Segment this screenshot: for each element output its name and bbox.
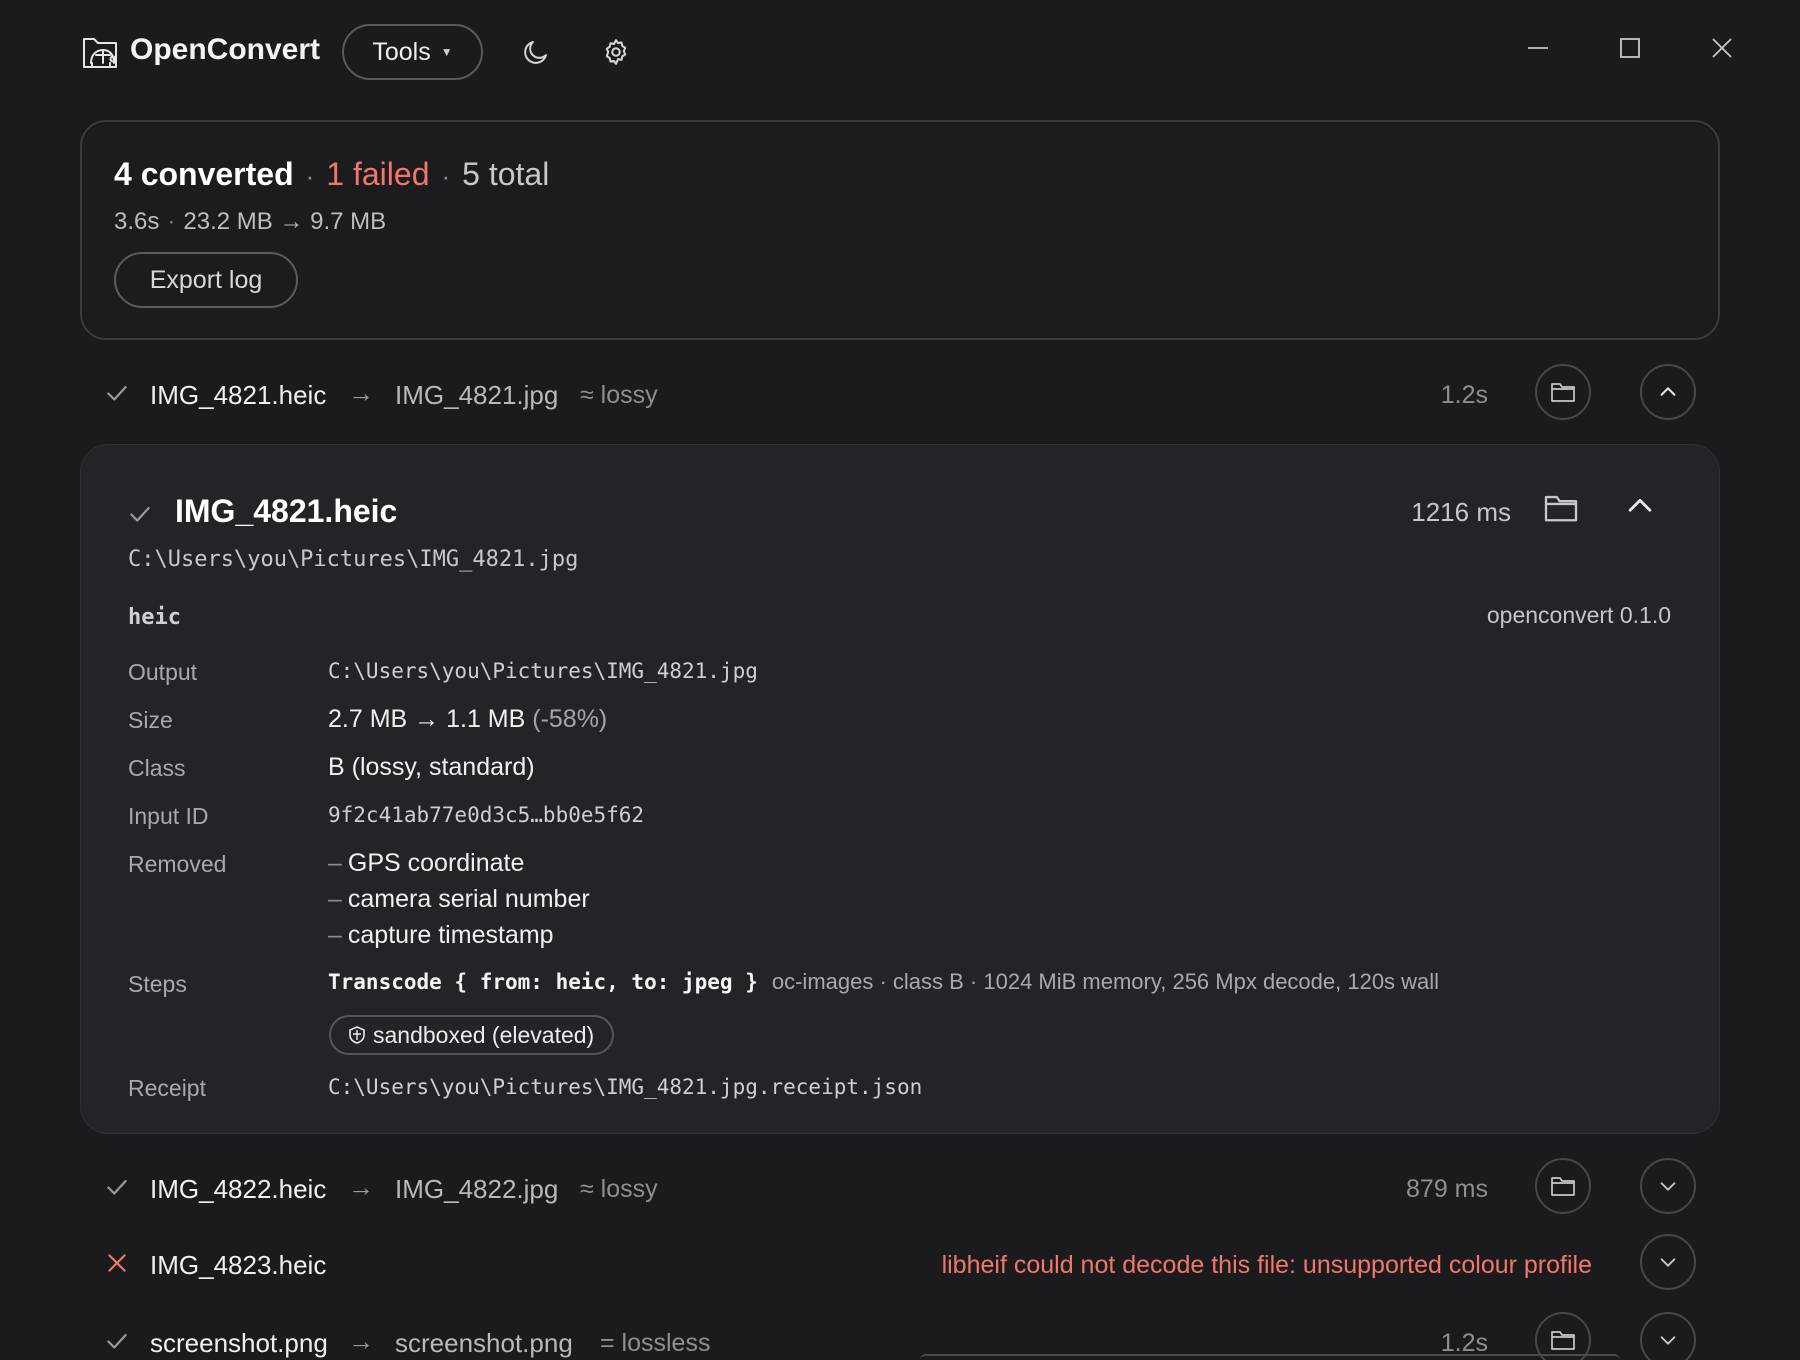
maximize-button[interactable] xyxy=(1608,26,1652,70)
removed-item: – capture timestamp xyxy=(328,921,554,949)
chevron-down-icon xyxy=(1660,1336,1676,1345)
input-id-label: Input ID xyxy=(128,803,209,829)
gear-icon xyxy=(605,39,627,65)
summary-stats: 3.6s · 23.2 MB → 9.7 MB xyxy=(114,208,386,236)
summary-card: 4 converted · 1 failed · 5 total 3.6s · 23… xyxy=(80,120,1720,340)
duration: 1.2s xyxy=(1440,381,1488,409)
input-id-value: 9f2c41ab77e0d3c5…bb0e5f62 xyxy=(328,803,645,827)
minimize-button[interactable] xyxy=(1516,26,1560,70)
quality-badge: ≈ lossy xyxy=(580,1175,658,1203)
output-name: IMG_4822.jpg xyxy=(395,1174,559,1204)
close-icon xyxy=(1712,38,1732,58)
output-name: screenshot.png xyxy=(395,1328,573,1358)
arrow-right-icon: → xyxy=(348,378,374,408)
caret-down-icon: ▼ xyxy=(440,45,453,59)
detail-path: C:\Users\you\Pictures\IMG_4821.jpg xyxy=(128,547,579,572)
detail-title: IMG_4821.heic xyxy=(175,493,398,529)
file-row[interactable]: screenshot.png → screenshot.png = lossle… xyxy=(80,1304,1720,1360)
file-name: IMG_4823.heic xyxy=(150,1250,327,1280)
moon-icon xyxy=(524,41,547,64)
chevron-up-icon xyxy=(1660,387,1676,396)
quality-badge: = lossless xyxy=(600,1329,711,1357)
summary-size: 23.2 MB → 9.7 MB xyxy=(183,208,387,235)
size-change: 2.7 MB → 1.1 MB xyxy=(328,705,526,733)
chevron-down-icon xyxy=(1660,1258,1676,1267)
arrow-right-icon: → xyxy=(348,1172,374,1202)
close-button[interactable] xyxy=(1700,26,1744,70)
file-detail-card: IMG_4821.heic 1216 ms C:\Users\you\Pictu… xyxy=(80,444,1720,1134)
failed-count: 1 failed xyxy=(326,156,430,192)
class-label: Class xyxy=(128,755,186,781)
size-label: Size xyxy=(128,707,173,733)
arrow-right-icon: → xyxy=(348,1326,374,1356)
expand-button[interactable] xyxy=(1640,1158,1696,1214)
class-value: B (lossy, standard) xyxy=(328,753,535,781)
bottom-toast-edge xyxy=(920,1354,1620,1360)
separator-dot: · xyxy=(305,161,315,191)
open-folder-button[interactable] xyxy=(1535,1312,1591,1360)
step-meta: oc-images · class B · 1024 MiB memory, 2… xyxy=(771,969,1440,994)
sandbox-label: sandboxed (elevated) xyxy=(373,1021,595,1048)
file-name: IMG_4821.heic xyxy=(150,380,327,410)
removed-label: Removed xyxy=(128,851,227,877)
file-name: IMG_4822.heic xyxy=(150,1174,327,1204)
steps-label: Steps xyxy=(128,971,187,997)
check-icon xyxy=(107,385,127,401)
folder-icon[interactable] xyxy=(1543,493,1579,523)
app-title: OpenConvert xyxy=(130,33,321,66)
error-message: libheif could not decode this file: unsu… xyxy=(941,1251,1592,1279)
expand-button[interactable] xyxy=(1640,1312,1696,1360)
size-percent: (-58%) xyxy=(532,705,608,733)
folder-icon xyxy=(1551,1177,1575,1196)
detail-duration: 1216 ms xyxy=(1411,497,1511,527)
duration: 879 ms xyxy=(1406,1175,1488,1203)
turtle-logo-icon xyxy=(80,33,120,71)
maximize-icon xyxy=(1620,38,1640,58)
collapse-button[interactable] xyxy=(1640,364,1696,420)
open-folder-button[interactable] xyxy=(1535,1158,1591,1214)
size-value: 2.7 MB → 1.1 MB (-58%) xyxy=(328,705,607,734)
summary-counts: 4 converted · 1 failed · 5 total xyxy=(114,156,549,193)
total-count: 5 total xyxy=(462,156,550,192)
sandbox-badge: sandboxed (elevated) xyxy=(329,1015,615,1055)
shield-icon xyxy=(349,1026,365,1044)
step-entry: Transcode { from: heic, to: jpeg } oc-im… xyxy=(328,969,1439,995)
open-folder-button[interactable] xyxy=(1535,364,1591,420)
file-row[interactable]: IMG_4822.heic → IMG_4822.jpg ≈ lossy 879… xyxy=(80,1150,1720,1230)
receipt-path: C:\Users\you\Pictures\IMG_4821.jpg.recei… xyxy=(328,1075,923,1099)
output-name: IMG_4821.jpg xyxy=(395,380,559,410)
chevron-up-icon[interactable] xyxy=(1623,489,1657,523)
output-path: C:\Users\you\Pictures\IMG_4821.jpg xyxy=(328,659,758,683)
folder-icon xyxy=(1551,383,1575,402)
removed-item: – camera serial number xyxy=(328,885,590,913)
check-icon xyxy=(107,1179,127,1195)
quality-badge: ≈ lossy xyxy=(580,381,658,409)
settings-button[interactable] xyxy=(594,30,638,74)
minimize-icon xyxy=(1528,47,1548,49)
file-name: screenshot.png xyxy=(150,1328,328,1358)
tools-menu-button[interactable]: Tools ▼ xyxy=(342,24,483,80)
x-icon xyxy=(108,1254,126,1272)
summary-duration: 3.6s xyxy=(114,208,160,235)
removed-item: – GPS coordinate xyxy=(328,849,525,877)
separator-dot: · xyxy=(441,161,451,191)
check-icon xyxy=(107,1333,127,1349)
converted-count: 4 converted xyxy=(114,156,294,192)
title-bar: OpenConvert Tools ▼ xyxy=(0,0,1800,104)
expand-button[interactable] xyxy=(1640,1234,1696,1290)
step-code: Transcode { from: heic, to: jpeg } xyxy=(328,970,758,994)
output-label: Output xyxy=(128,659,198,685)
folder-icon xyxy=(1551,1331,1575,1350)
tool-version: openconvert 0.1.0 xyxy=(1486,602,1671,628)
chevron-down-icon xyxy=(1660,1182,1676,1191)
export-log-button[interactable]: Export log xyxy=(114,252,298,308)
file-row[interactable]: IMG_4821.heic → IMG_4821.jpg ≈ lossy 1.2… xyxy=(80,356,1720,436)
tools-label: Tools xyxy=(372,37,431,66)
separator-dot: · xyxy=(167,208,176,235)
theme-toggle-button[interactable] xyxy=(514,30,558,74)
check-icon xyxy=(130,506,150,522)
input-format: heic xyxy=(128,605,181,630)
receipt-label: Receipt xyxy=(128,1075,206,1101)
file-row[interactable]: IMG_4823.heic libheif could not decode t… xyxy=(80,1226,1720,1306)
